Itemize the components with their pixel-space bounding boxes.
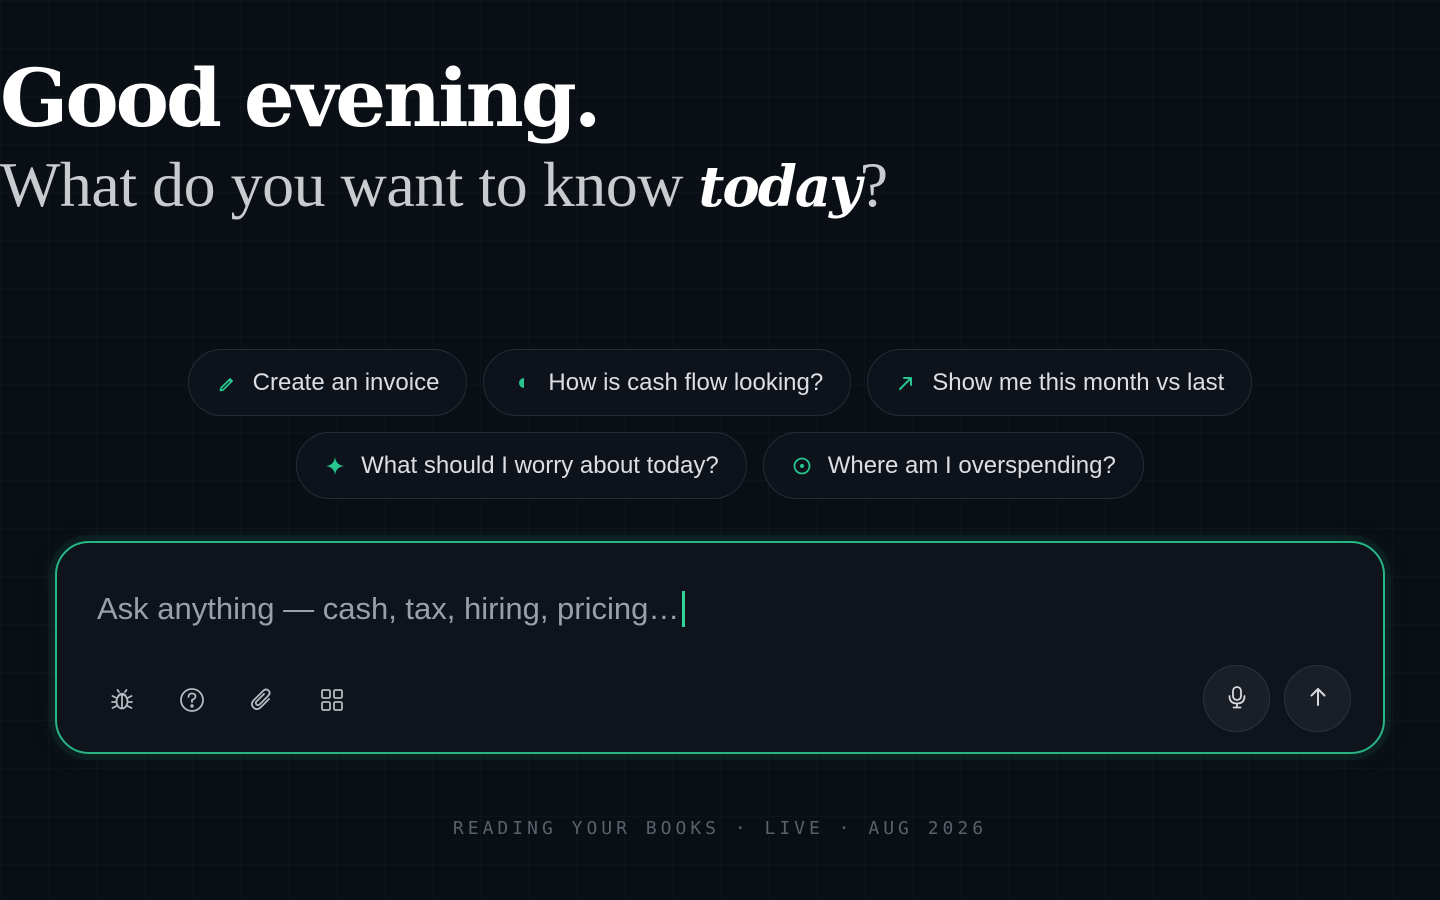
question-prefix: What do you want to know [0,149,699,220]
microphone-icon [1224,684,1250,714]
question-emphasis: today [698,154,862,220]
suggestion-cash-flow[interactable]: How is cash flow looking? [483,349,852,416]
suggestion-row-2: What should I worry about today? Where a… [0,432,1440,499]
paperclip-icon[interactable] [245,683,279,717]
suggestion-label: Create an invoice [252,368,440,396]
suggestion-overspending[interactable]: Where am I overspending? [762,432,1144,499]
grid-icon[interactable] [315,683,349,717]
send-button[interactable] [1284,665,1351,732]
question-subtitle: What do you want to know today? [0,149,1440,220]
trend-arrow-icon [896,373,916,393]
suggestion-worry-today[interactable]: What should I worry about today? [296,432,747,499]
suggestion-label: How is cash flow looking? [548,368,824,396]
pencil-icon [217,373,237,393]
suggestion-create-invoice[interactable]: Create an invoice [187,349,468,416]
microphone-button[interactable] [1203,665,1270,732]
greeting-heading: Good evening. [0,51,602,145]
suggestion-label: Show me this month vs last [932,368,1225,396]
bug-icon[interactable] [105,683,139,717]
ask-placeholder: Ask anything — cash, tax, hiring, pricin… [97,591,680,626]
suggestion-label: What should I worry about today? [361,451,719,479]
target-icon [792,456,812,476]
half-circle-icon [512,373,532,393]
suggestion-label: Where am I overspending? [827,451,1116,479]
sparkle-icon [325,456,345,476]
suggestion-row-1: Create an invoice How is cash flow looki… [0,349,1440,416]
suggestion-month-comparison[interactable]: Show me this month vs last [867,349,1253,416]
status-footer: READING YOUR BOOKS · LIVE · AUG 2026 [452,818,988,839]
ask-input[interactable]: Ask anything — cash, tax, hiring, pricin… [97,591,686,627]
chat-composer: Ask anything — cash, tax, hiring, pricin… [55,541,1385,754]
text-caret [682,591,686,627]
send-arrow-icon [1305,684,1331,714]
question-suffix: ? [859,149,888,220]
help-icon[interactable] [175,683,209,717]
